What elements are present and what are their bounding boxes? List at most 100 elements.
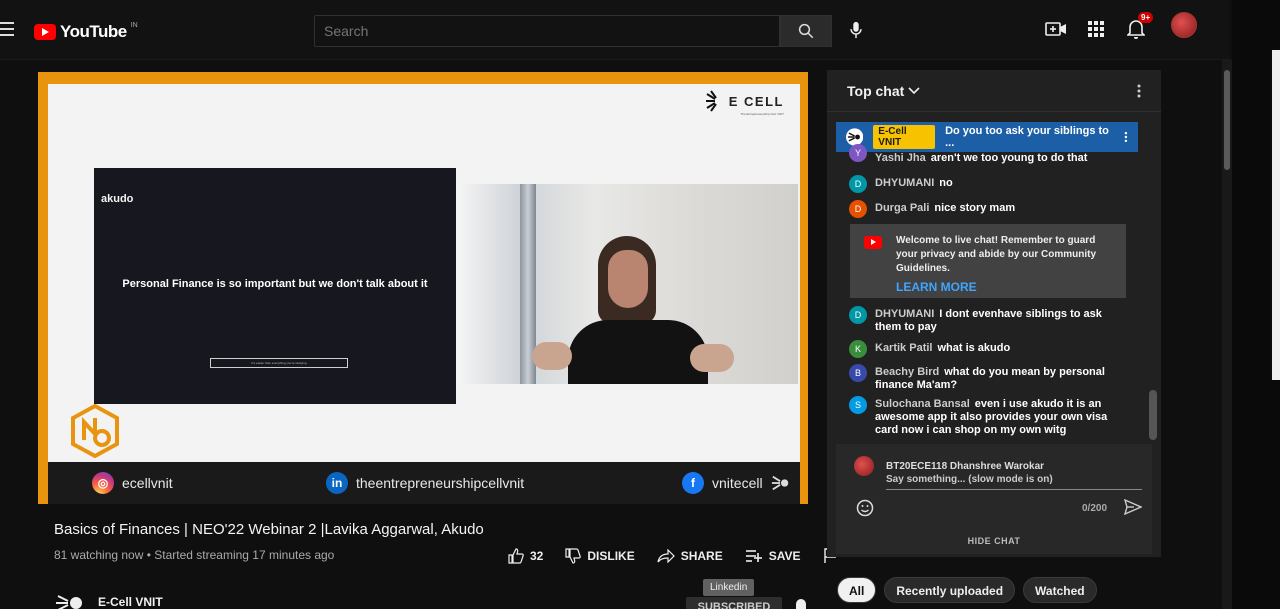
- send-icon[interactable]: [1124, 499, 1142, 515]
- share-label: SHARE: [680, 549, 723, 563]
- chat-message-input[interactable]: Say something... (slow mode is on): [886, 472, 1142, 490]
- channel-bell-icon[interactable]: [792, 597, 810, 609]
- chat-header: Top chat: [827, 70, 1161, 112]
- page-scrollbar-thumb[interactable]: [1224, 70, 1230, 170]
- chat-composer: BT20ECE118 Dhanshree Warokar Say somethi…: [836, 444, 1152, 554]
- video-player[interactable]: E CELL The Entrepreneurship Cell, VNIT a…: [38, 72, 808, 504]
- welcome-banner: Welcome to live chat! Remember to guard …: [850, 224, 1126, 298]
- linkedin-handle: theentrepreneurshipcellvnit: [356, 475, 525, 491]
- facebook-icon: f: [682, 472, 704, 494]
- notifications-button[interactable]: 9+: [1124, 12, 1154, 41]
- create-button[interactable]: [1044, 17, 1068, 41]
- chat-mode-selector[interactable]: Top chat: [847, 83, 920, 99]
- account-avatar[interactable]: [1171, 12, 1197, 38]
- current-user-name: BT20ECE118 Dhanshree Warokar: [886, 460, 1045, 472]
- page-scrollbar[interactable]: [1222, 60, 1232, 609]
- hide-chat-button[interactable]: HIDE CHAT: [836, 536, 1152, 546]
- speaker-left-hand: [532, 342, 572, 370]
- logo-text: YouTube: [60, 22, 127, 41]
- playlist-add-icon: [745, 550, 762, 562]
- chat-author[interactable]: Beachy Bird: [875, 366, 939, 378]
- chat-author[interactable]: Kartik Patil: [875, 342, 932, 354]
- chip-recently-uploaded[interactable]: Recently uploaded: [884, 577, 1016, 603]
- youtube-logo[interactable]: YouTube IN: [34, 22, 138, 42]
- chip-all[interactable]: All: [837, 577, 877, 603]
- chat-message: D DHYUMANI no: [849, 175, 1129, 193]
- chat-author[interactable]: DHYUMANI: [875, 308, 934, 320]
- dislike-label: DISLIKE: [587, 549, 635, 563]
- chat-message: Y Yashi Jha aren't we too young to do tha…: [849, 144, 1129, 164]
- menu-icon[interactable]: [0, 22, 14, 36]
- notification-count-badge: 9+: [1138, 12, 1154, 23]
- chat-mode-label: Top chat: [847, 82, 905, 99]
- thumbs-down-icon: [565, 548, 582, 564]
- chat-message: S Sulochana Bansal even i use akudo it is…: [849, 396, 1129, 437]
- linkedin-link[interactable]: in theentrepreneurshipcellvnit: [326, 472, 524, 494]
- pinned-more-icon[interactable]: [1124, 131, 1128, 143]
- microphone-icon: [850, 21, 862, 39]
- speaker-body: [568, 320, 708, 384]
- channel-row[interactable]: E-Cell VNIT: [54, 592, 163, 609]
- ecell-tagline: The Entrepreneurship Cell, VNIT: [740, 112, 784, 116]
- channel-name: E-Cell VNIT: [98, 595, 163, 609]
- learn-more-link[interactable]: LEARN MORE: [896, 280, 1112, 294]
- youtube-small-icon: [864, 236, 882, 249]
- facebook-link[interactable]: f vnitecell: [682, 472, 791, 494]
- facebook-handle: vnitecell: [712, 475, 763, 491]
- speaker-right-hand: [690, 344, 734, 372]
- speaker-face: [608, 250, 648, 308]
- subscribe-button[interactable]: SUBSCRIBED: [686, 597, 782, 609]
- apps-grid-icon: [1088, 21, 1104, 37]
- chat-avatar: D: [849, 200, 867, 218]
- search-button[interactable]: [780, 15, 832, 47]
- chat-text: what is akudo: [937, 342, 1011, 354]
- chat-author[interactable]: Sulochana Bansal: [875, 398, 970, 410]
- slide-headline: Personal Finance is so important but we …: [122, 278, 428, 290]
- char-count: 0/200: [1082, 503, 1108, 514]
- video-actions: 32 DISLIKE SHARE SAVE: [508, 548, 837, 564]
- chat-avatar: K: [849, 340, 867, 358]
- pinned-text: Do you too ask your siblings to ...: [945, 125, 1109, 149]
- chat-message: D DHYUMANI I dont evenhave siblings to as…: [849, 306, 1129, 334]
- chat-avatar: D: [849, 306, 867, 324]
- screen-edge-strip: [1272, 50, 1280, 380]
- save-button[interactable]: SAVE: [745, 549, 801, 563]
- chip-watched[interactable]: Watched: [1023, 577, 1097, 603]
- voice-search-button[interactable]: [842, 16, 870, 44]
- slide-subline: It's easier than everything you're study…: [210, 358, 348, 368]
- chat-avatar: S: [849, 396, 867, 414]
- chat-text: aren't we too young to do that: [930, 152, 1088, 164]
- akudo-logo: akudo: [101, 193, 134, 205]
- current-user-avatar: [854, 456, 874, 476]
- logo-region: IN: [130, 21, 138, 29]
- pinned-message[interactable]: E-Cell VNIT Do you too ask your siblings…: [836, 122, 1138, 152]
- chat-message: K Kartik Patil what is akudo: [849, 340, 1129, 358]
- channel-avatar-icon: [56, 595, 82, 609]
- save-label: SAVE: [768, 549, 801, 563]
- video-title: Basics of Finances | NEO'22 Webinar 2 |L…: [54, 521, 484, 538]
- ecell-pinned-avatar-icon: [846, 128, 864, 146]
- chat-message: B Beachy Bird what do you mean by persona…: [849, 364, 1129, 392]
- search-icon: [798, 23, 814, 39]
- search-input[interactable]: [314, 15, 780, 47]
- share-button[interactable]: SHARE: [657, 549, 723, 563]
- chevron-down-icon: [908, 86, 920, 94]
- chat-author[interactable]: DHYUMANI: [875, 177, 934, 189]
- apps-button[interactable]: [1084, 17, 1108, 41]
- share-arrow-icon: [657, 549, 675, 563]
- chat-author[interactable]: Yashi Jha: [875, 152, 926, 164]
- emoji-icon[interactable]: [856, 499, 874, 517]
- chat-text: nice story mam: [934, 202, 1016, 214]
- like-button[interactable]: 32: [508, 548, 543, 564]
- video-camera-plus-icon: [1045, 22, 1066, 36]
- ecell-sunburst-small-icon: [771, 475, 788, 491]
- instagram-handle: ecellvnit: [122, 475, 173, 491]
- instagram-link[interactable]: ◎ ecellvnit: [92, 472, 173, 494]
- slide-panel: akudo Personal Finance is so important b…: [94, 168, 456, 404]
- dislike-button[interactable]: DISLIKE: [565, 548, 635, 564]
- chat-text: no: [939, 177, 953, 189]
- chat-avatar: Y: [849, 144, 867, 162]
- more-vert-icon[interactable]: [1137, 84, 1141, 98]
- chat-author[interactable]: Durga Pali: [875, 202, 929, 214]
- chat-scrollbar[interactable]: [1149, 390, 1157, 440]
